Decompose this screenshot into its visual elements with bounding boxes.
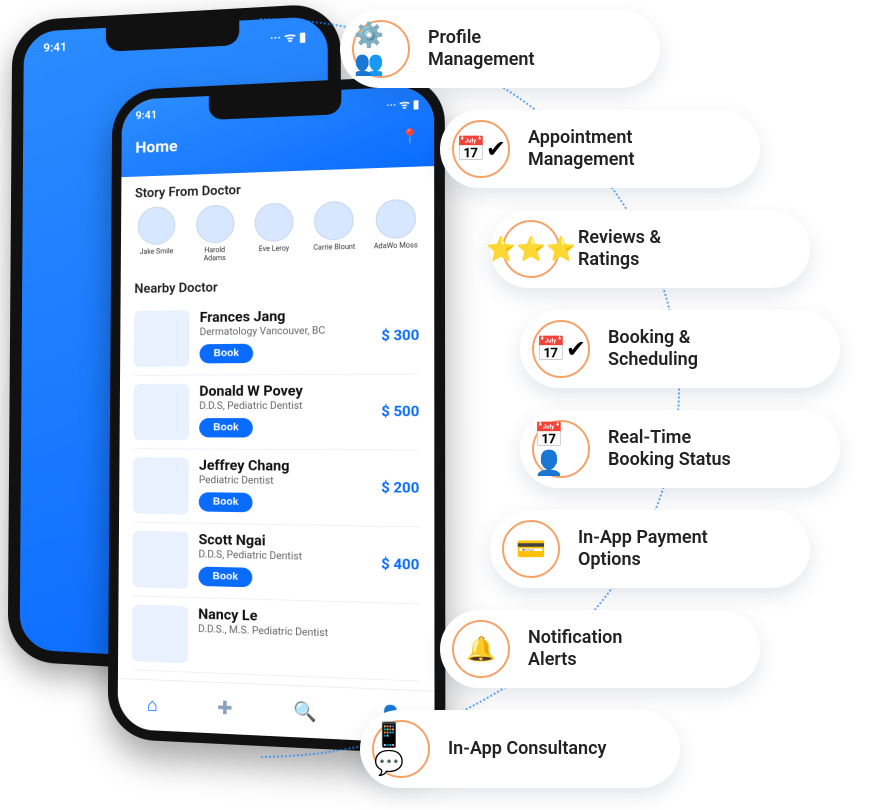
tab-home-icon[interactable]: ⌂: [147, 694, 158, 716]
story-name: Jake Smile: [140, 248, 174, 256]
book-button[interactable]: Book: [198, 567, 252, 588]
feature-icon-circle: 🔔: [452, 620, 510, 678]
feature-icon-circle: ⭐⭐⭐: [502, 220, 560, 278]
reviews-ratings-icon: ⭐⭐⭐: [486, 235, 576, 263]
feature-label: In-App Consultancy: [448, 738, 606, 761]
book-button[interactable]: Book: [199, 418, 253, 437]
avatar: [255, 203, 294, 243]
avatar: [196, 204, 234, 243]
story-item[interactable]: Eve Leroy: [251, 202, 297, 261]
feature-label: Reviews &Ratings: [578, 227, 661, 272]
feature-icon-circle: 📅👤: [532, 420, 590, 478]
feature-icon-circle: 📱💬: [372, 720, 430, 778]
in-app-consultancy-icon: 📱💬: [374, 721, 428, 777]
notification-alerts-icon: 🔔: [466, 635, 496, 663]
feature-icon-circle: 💳: [502, 520, 560, 578]
feature-notification-alerts: 🔔 NotificationAlerts: [440, 610, 760, 688]
page-title: Home: [135, 136, 177, 157]
book-button[interactable]: Book: [199, 344, 253, 364]
feature-in-app-consultancy: 📱💬 In-App Consultancy: [360, 710, 680, 788]
feature-list: ⚙️👥 ProfileManagement 📅✔ AppointmentMana…: [340, 10, 860, 810]
avatar: [138, 206, 176, 245]
feature-icon-circle: 📅✔: [452, 120, 510, 178]
tab-search-icon[interactable]: 🔍: [293, 701, 316, 724]
feature-label: NotificationAlerts: [528, 627, 622, 672]
feature-icon-circle: 📅✔: [532, 320, 590, 378]
profile-management-icon: ⚙️👥: [354, 21, 408, 77]
status-time: 9:41: [43, 40, 67, 58]
story-item[interactable]: Harold Adams: [192, 204, 237, 263]
doctor-photo: [133, 458, 189, 515]
feature-in-app-payment: 💳 In-App PaymentOptions: [490, 510, 810, 588]
feature-label: In-App PaymentOptions: [578, 527, 708, 572]
doctor-photo: [132, 531, 188, 589]
feature-reviews-ratings: ⭐⭐⭐ Reviews &Ratings: [490, 210, 810, 288]
tab-kit-icon[interactable]: ✚: [217, 697, 232, 719]
feature-appointment-management: 📅✔ AppointmentManagement: [440, 110, 760, 188]
doctor-photo: [132, 605, 188, 664]
doctor-photo: [134, 310, 190, 367]
feature-label: Booking &Scheduling: [608, 327, 698, 372]
story-item[interactable]: Jake Smile: [135, 206, 179, 264]
feature-booking-scheduling: 📅✔ Booking &Scheduling: [520, 310, 840, 388]
feature-label: ProfileManagement: [428, 27, 535, 72]
real-time-booking-icon: 📅👤: [534, 421, 588, 477]
payment-options-icon: 💳: [516, 535, 546, 563]
book-button[interactable]: Book: [199, 493, 253, 513]
feature-icon-circle: ⚙️👥: [352, 20, 410, 78]
story-name: Eve Leroy: [259, 245, 289, 254]
appointment-management-icon: 📅✔: [456, 135, 506, 163]
feature-real-time-booking-status: 📅👤 Real-TimeBooking Status: [520, 410, 840, 488]
story-name: Harold Adams: [192, 247, 237, 264]
booking-scheduling-icon: 📅✔: [536, 335, 586, 363]
status-icons: ··· ᯤ ▮: [270, 27, 306, 46]
status-time: 9:41: [135, 108, 157, 124]
feature-profile-management: ⚙️👥 ProfileManagement: [340, 10, 660, 88]
feature-label: Real-TimeBooking Status: [608, 427, 731, 472]
feature-label: AppointmentManagement: [528, 127, 635, 172]
doctor-photo: [133, 384, 189, 441]
